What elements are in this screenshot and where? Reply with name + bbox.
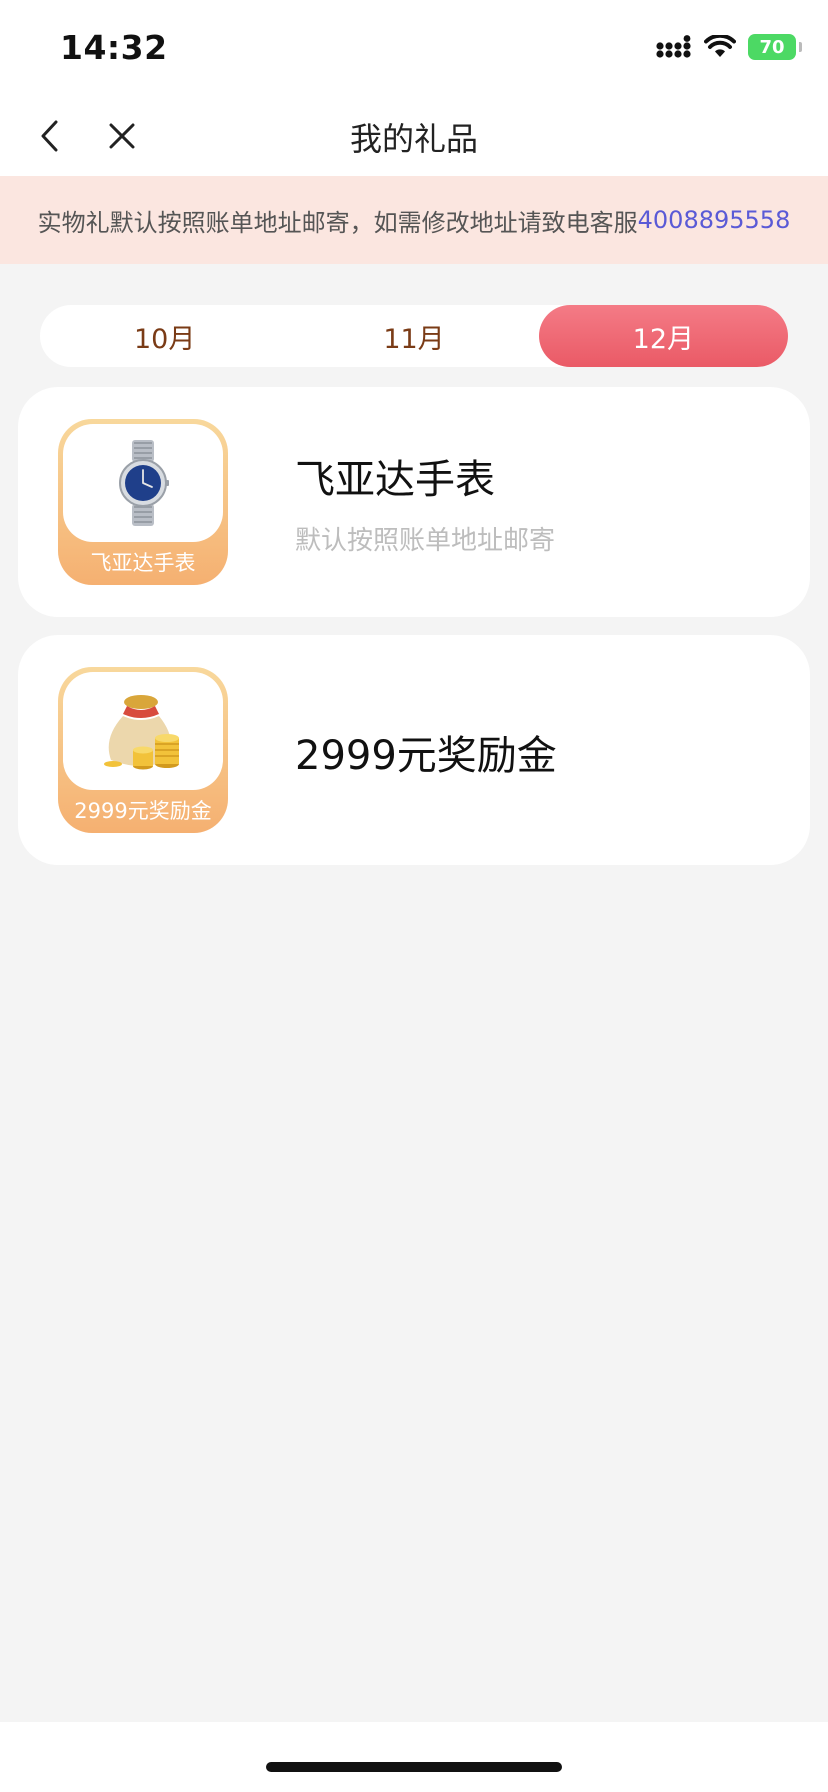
- wifi-icon: [704, 35, 736, 57]
- tab-december[interactable]: 12月: [538, 305, 788, 367]
- tab-october[interactable]: 10月: [40, 305, 289, 367]
- status-time: 14:32: [60, 28, 168, 67]
- home-indicator[interactable]: [266, 1762, 562, 1772]
- address-notice-banner: 实物礼默认按照账单地址邮寄，如需修改地址请致电客服 4008895558: [0, 176, 828, 264]
- tab-november[interactable]: 11月: [289, 305, 538, 367]
- gift-card-watch[interactable]: 飞亚达手表 飞亚达手表 默认按照账单地址邮寄: [18, 387, 810, 617]
- gift-thumbnail: 飞亚达手表: [58, 419, 228, 585]
- watch-icon: [119, 440, 169, 526]
- gift-thumbnail-label: 飞亚达手表: [90, 551, 196, 575]
- gift-thumbnail: 2999元奖励金: [58, 667, 228, 833]
- page-title: 我的礼品: [349, 120, 478, 158]
- notice-text: 实物礼默认按照账单地址邮寄，如需修改地址请致电客服: [37, 208, 638, 237]
- gift-subtitle: 默认按照账单地址邮寄: [295, 526, 556, 556]
- battery-level: 70: [759, 36, 785, 58]
- status-icons: 70: [656, 34, 802, 60]
- money-bag-icon: [104, 695, 179, 770]
- service-phone-link[interactable]: 4008895558: [638, 206, 791, 234]
- gift-image: [63, 424, 223, 542]
- gift-thumbnail-label: 2999元奖励金: [74, 799, 212, 823]
- battery-icon: 70: [748, 34, 802, 60]
- month-tabs: 10月 11月 12月: [40, 305, 788, 367]
- nav-bar: 我的礼品: [0, 96, 828, 176]
- home-indicator-area: [0, 1722, 828, 1792]
- gift-card-bonus[interactable]: 2999元奖励金 2999元奖励金: [18, 635, 810, 865]
- status-bar: 14:32 70: [0, 0, 828, 96]
- gift-title: 2999元奖励金: [295, 733, 557, 779]
- gift-title: 飞亚达手表: [295, 457, 495, 503]
- gift-image: [63, 672, 223, 790]
- cellular-signal-icon: [656, 35, 691, 58]
